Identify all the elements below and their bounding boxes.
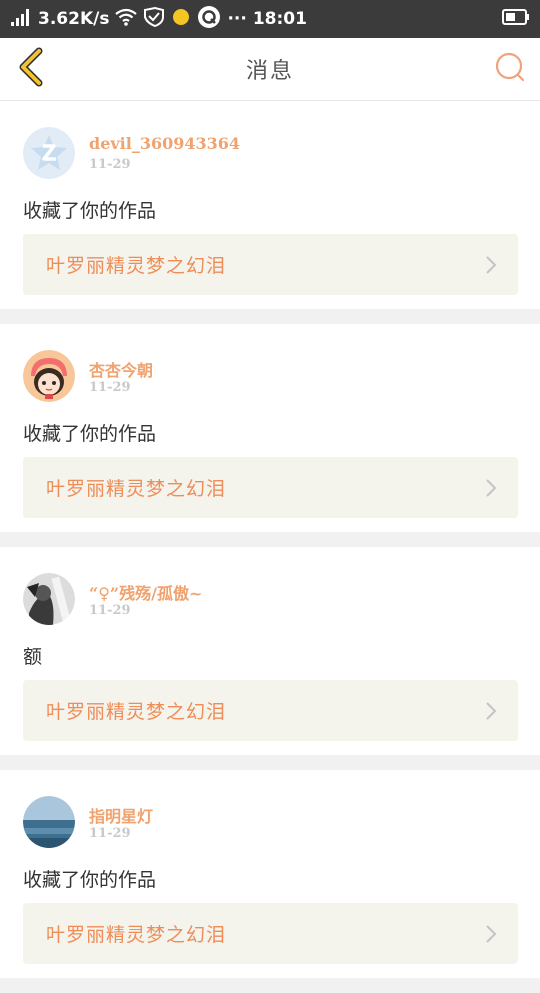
message-date: 11-29 bbox=[89, 603, 131, 618]
status-left: 3.62K/s ··· 18:01 bbox=[10, 5, 307, 33]
back-button[interactable] bbox=[12, 47, 52, 91]
avatar-cartoon-girl bbox=[23, 350, 75, 402]
signal-icon bbox=[10, 8, 32, 30]
chevron-left-icon bbox=[17, 47, 47, 91]
avatar[interactable] bbox=[23, 127, 75, 179]
app-q-icon bbox=[197, 5, 221, 33]
clock: 18:01 bbox=[252, 9, 307, 29]
username[interactable]: “♀”残殇/孤傲~ bbox=[89, 580, 202, 604]
avatar-sea-photo bbox=[23, 796, 75, 848]
work-title: 叶罗丽精灵梦之幻泪 bbox=[46, 924, 227, 946]
avatar-default-icon bbox=[23, 127, 75, 179]
message-card: “♀”残殇/孤傲~ 11-29 额 叶罗丽精灵梦之幻泪 bbox=[0, 547, 540, 755]
work-link[interactable]: 叶罗丽精灵梦之幻泪 bbox=[23, 903, 518, 964]
avatar-bw-photo bbox=[23, 573, 75, 625]
message-text: 额 bbox=[23, 646, 43, 668]
network-speed: 3.62K/s bbox=[38, 9, 110, 29]
work-title: 叶罗丽精灵梦之幻泪 bbox=[46, 255, 227, 277]
more-indicator: ··· bbox=[227, 9, 247, 29]
username[interactable]: devil_360943364 bbox=[89, 134, 240, 153]
username[interactable]: 杏杏今朝 bbox=[89, 357, 153, 381]
avatar[interactable] bbox=[23, 796, 75, 848]
chevron-right-icon bbox=[484, 254, 498, 276]
message-card: 杏杏今朝 11-29 收藏了你的作品 叶罗丽精灵梦之幻泪 bbox=[0, 324, 540, 532]
chevron-right-icon bbox=[484, 700, 498, 722]
message-date: 11-29 bbox=[89, 826, 131, 841]
shield-check-icon bbox=[143, 6, 165, 31]
battery-icon bbox=[502, 8, 530, 30]
search-icon bbox=[494, 51, 526, 87]
avatar[interactable] bbox=[23, 350, 75, 402]
message-text: 收藏了你的作品 bbox=[23, 200, 157, 222]
message-card: devil_360943364 11-29 收藏了你的作品 叶罗丽精灵梦之幻泪 bbox=[0, 101, 540, 309]
status-right bbox=[502, 8, 530, 30]
status-bar: 3.62K/s ··· 18:01 bbox=[0, 0, 540, 38]
work-title: 叶罗丽精灵梦之幻泪 bbox=[46, 478, 227, 500]
message-date: 11-29 bbox=[89, 157, 131, 172]
message-list: devil_360943364 11-29 收藏了你的作品 叶罗丽精灵梦之幻泪 bbox=[0, 101, 540, 993]
work-link[interactable]: 叶罗丽精灵梦之幻泪 bbox=[23, 457, 518, 518]
notification-dot-icon bbox=[171, 7, 191, 31]
message-card: 指明星灯 11-29 收藏了你的作品 叶罗丽精灵梦之幻泪 bbox=[0, 770, 540, 978]
page-title: 消息 bbox=[245, 59, 294, 84]
wifi-icon bbox=[115, 8, 138, 30]
work-link[interactable]: 叶罗丽精灵梦之幻泪 bbox=[23, 234, 518, 295]
header: 消息 bbox=[0, 38, 540, 101]
message-text: 收藏了你的作品 bbox=[23, 423, 157, 445]
message-date: 11-29 bbox=[89, 380, 131, 395]
chevron-right-icon bbox=[484, 923, 498, 945]
chevron-right-icon bbox=[484, 477, 498, 499]
work-link[interactable]: 叶罗丽精灵梦之幻泪 bbox=[23, 680, 518, 741]
username[interactable]: 指明星灯 bbox=[89, 803, 153, 827]
search-button[interactable] bbox=[490, 49, 530, 89]
avatar[interactable] bbox=[23, 573, 75, 625]
message-text: 收藏了你的作品 bbox=[23, 869, 157, 891]
work-title: 叶罗丽精灵梦之幻泪 bbox=[46, 701, 227, 723]
